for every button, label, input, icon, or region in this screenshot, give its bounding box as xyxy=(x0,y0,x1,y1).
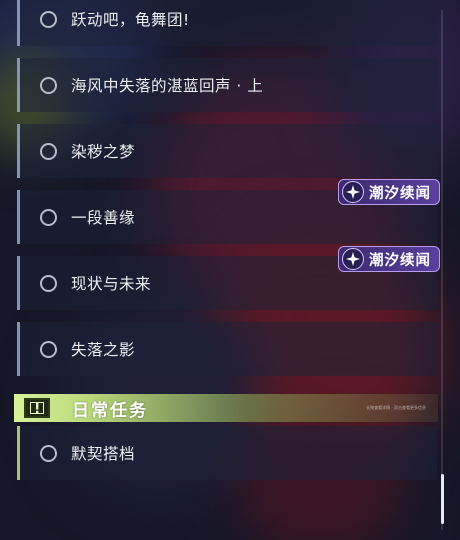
alert-icon xyxy=(24,398,50,418)
section-hint: 长按查看详情 · 双击查看更多信息 xyxy=(366,405,426,410)
status-circle-icon xyxy=(40,274,57,292)
quest-label: 染秽之梦 xyxy=(71,143,136,161)
quest-label: 失落之影 xyxy=(71,341,136,359)
quest-label: 跃动吧，龟舞团! xyxy=(71,11,190,29)
quest-item[interactable]: 海风中失落的湛蓝回声 · 上 xyxy=(17,58,437,112)
quest-item[interactable]: 失落之影 xyxy=(17,322,437,376)
quest-item[interactable]: 跃动吧，龟舞团! xyxy=(17,0,437,46)
daily-quest-item[interactable]: 默契搭档 xyxy=(17,426,437,480)
scrollbar-track[interactable] xyxy=(441,10,443,530)
status-circle-icon xyxy=(40,444,57,462)
quest-label: 默契搭档 xyxy=(71,445,136,463)
daily-tasks-header[interactable]: 日常任务 长按查看详情 · 双击查看更多信息 xyxy=(14,394,438,422)
tide-continuation-badge: 潮汐续闻 xyxy=(338,246,440,272)
quest-label: 一段善缘 xyxy=(71,209,136,227)
badge-label: 潮汐续闻 xyxy=(369,252,431,269)
sparkle-icon xyxy=(342,248,364,270)
tide-continuation-badge: 潮汐续闻 xyxy=(338,179,440,205)
status-circle-icon xyxy=(40,340,57,358)
quest-label: 现状与未来 xyxy=(71,275,152,293)
badge-label: 潮汐续闻 xyxy=(369,185,431,202)
sparkle-icon xyxy=(342,181,364,203)
status-circle-icon xyxy=(40,142,57,160)
quest-list: 跃动吧，龟舞团! 海风中失落的湛蓝回声 · 上 染秽之梦 一段善缘 现状与未来 … xyxy=(0,0,460,540)
section-title: 日常任务 xyxy=(72,400,148,421)
scrollbar-thumb[interactable] xyxy=(441,474,444,524)
status-circle-icon xyxy=(40,208,57,226)
status-circle-icon xyxy=(40,10,57,28)
quest-item[interactable]: 染秽之梦 xyxy=(17,124,437,178)
status-circle-icon xyxy=(40,76,57,94)
quest-label: 海风中失落的湛蓝回声 · 上 xyxy=(71,77,264,95)
